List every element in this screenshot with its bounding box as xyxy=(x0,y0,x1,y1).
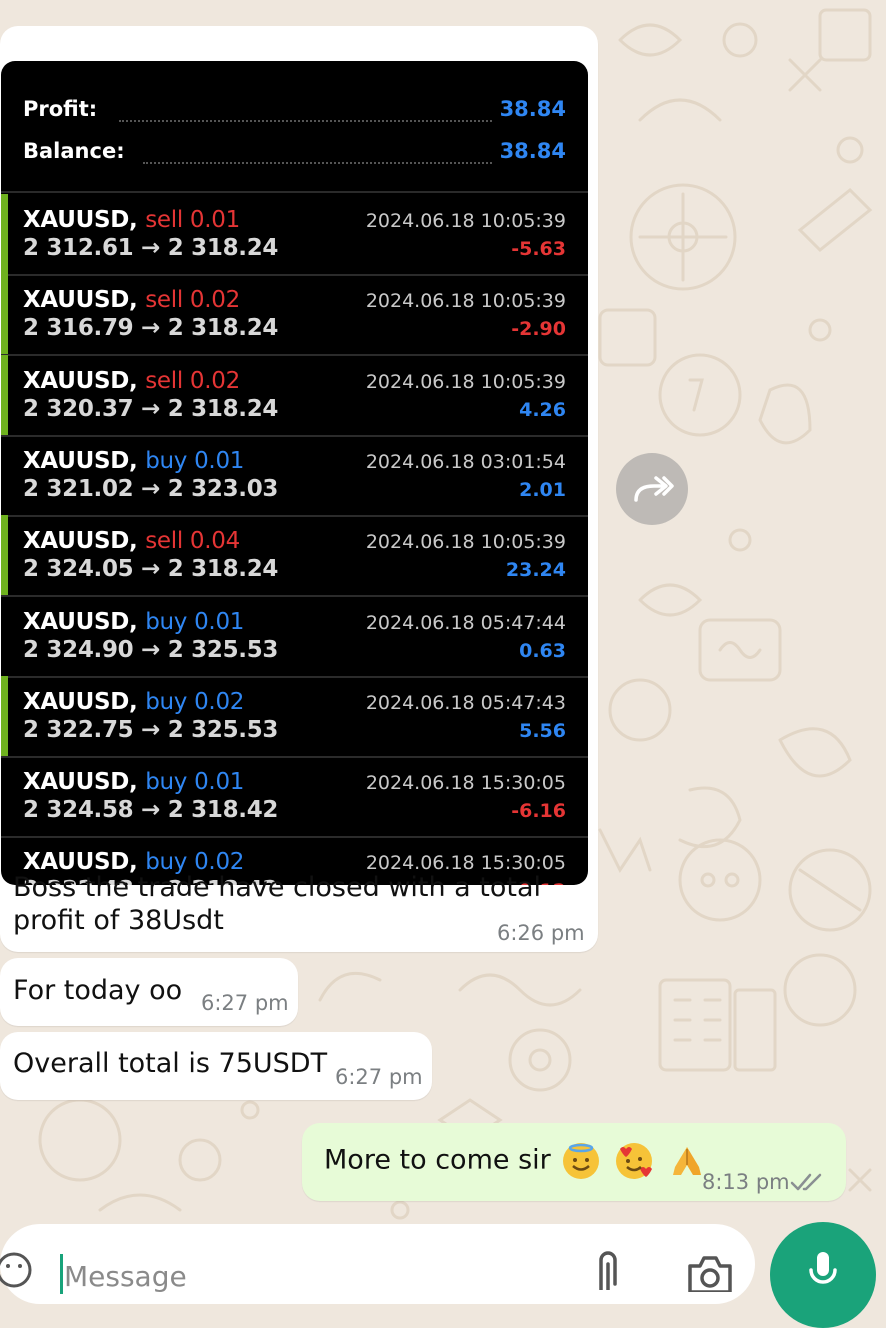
trade-side-lot: buy 0.01 xyxy=(145,769,245,796)
trade-prices: 2 321.02 → 2 323.03 xyxy=(23,475,279,502)
trade-symbol: XAUUSD, sell 0.02 xyxy=(23,367,240,394)
profit-value: 38.84 xyxy=(499,97,566,121)
smiling-face-with-halo-icon xyxy=(563,1143,600,1179)
trade-prices: 2 320.37 → 2 318.24 xyxy=(23,395,279,422)
camera-icon[interactable] xyxy=(686,1252,734,1292)
trade-row: XAUUSD, sell 0.02 2 316.79 → 2 318.24 2024… xyxy=(1,274,588,357)
trade-marker xyxy=(1,194,8,274)
trade-row: XAUUSD, sell 0.02 2 320.37 → 2 318.24 2024… xyxy=(1,354,588,437)
forward-button[interactable] xyxy=(616,453,688,525)
trade-history-screenshot[interactable]: Profit: 38.84 Balance: 38.84 XAUUSD, sel… xyxy=(1,61,588,885)
trade-symbol: XAUUSD, buy 0.01 xyxy=(23,608,245,635)
message-time: 6:27 pm xyxy=(335,1065,423,1089)
emoji-icon[interactable] xyxy=(0,1250,34,1290)
trade-side-lot: sell 0.02 xyxy=(145,287,240,314)
trade-marker xyxy=(1,515,8,596)
message-input[interactable]: Message xyxy=(64,1260,187,1293)
trade-profit-loss: -6.16 xyxy=(511,800,566,823)
message-composer[interactable]: Message xyxy=(0,1224,755,1304)
trade-prices: 2 324.58 → 2 318.42 xyxy=(23,797,279,824)
balance-value: 38.84 xyxy=(499,139,566,163)
profit-label: Profit: xyxy=(23,97,98,121)
trade-marker xyxy=(1,354,8,435)
voice-message-button[interactable] xyxy=(770,1222,876,1328)
trade-row: XAUUSD, buy 0.02 2 322.75 → 2 325.53 2024.… xyxy=(1,675,588,758)
trade-prices: 2 322.75 → 2 325.53 xyxy=(23,716,279,743)
text-caret xyxy=(60,1254,63,1294)
trade-symbol: XAUUSD, buy 0.01 xyxy=(23,447,245,474)
message-text: Boss the trade have closed with a total … xyxy=(13,872,542,936)
trade-symbol: XAUUSD, sell 0.01 xyxy=(23,207,240,233)
message-time: 6:27 pm xyxy=(201,991,289,1015)
trade-datetime: 2024.06.18 10:05:39 xyxy=(365,370,566,393)
trade-datetime: 2024.06.18 03:01:54 xyxy=(365,450,566,473)
trade-datetime: 2024.06.18 15:30:05 xyxy=(365,772,566,795)
trade-marker xyxy=(1,675,8,756)
balance-label: Balance: xyxy=(23,139,125,163)
trade-profit-loss: 2.01 xyxy=(519,478,566,501)
trade-prices: 2 324.05 → 2 318.24 xyxy=(23,556,279,583)
trade-profit-loss: -5.63 xyxy=(511,238,566,260)
folded-hands-icon xyxy=(669,1143,705,1179)
trade-datetime: 2024.06.18 10:05:39 xyxy=(365,531,566,554)
trade-row: XAUUSD, sell 0.01 2 312.61 → 2 318.24 2024… xyxy=(1,194,588,276)
trade-datetime: 2024.06.18 10:05:39 xyxy=(365,210,566,232)
trade-symbol: XAUUSD, buy 0.02 xyxy=(23,688,245,715)
double-check-icon xyxy=(790,1173,822,1191)
message-time: 8:13 pm xyxy=(702,1170,790,1194)
trade-side-lot: sell 0.02 xyxy=(145,367,240,394)
trade-datetime: 2024.06.18 05:47:44 xyxy=(365,611,566,634)
trade-row: XAUUSD, buy 0.01 2 324.90 → 2 325.53 2024.… xyxy=(1,596,588,678)
trade-row: XAUUSD, buy 0.01 2 324.58 → 2 318.42 2024.… xyxy=(1,756,588,839)
trade-side-lot: buy 0.02 xyxy=(145,688,245,715)
message-time: 6:26 pm xyxy=(497,921,585,945)
forward-icon xyxy=(634,476,674,502)
message-text: For today oo xyxy=(13,975,183,1006)
profit-row: Profit: 38.84 xyxy=(1,97,588,137)
trade-prices: 2 316.79 → 2 318.24 xyxy=(23,315,279,342)
trade-symbol: XAUUSD, sell 0.04 xyxy=(23,528,240,555)
trade-side-lot: sell 0.04 xyxy=(145,528,240,555)
message-text: Overall total is 75USDT xyxy=(13,1048,328,1079)
message-text: More to come sir xyxy=(324,1143,705,1179)
trade-datetime: 2024.06.18 05:47:43 xyxy=(365,691,566,714)
trade-row: XAUUSD, buy 0.01 2 321.02 → 2 323.03 2024.… xyxy=(1,435,588,517)
incoming-message-bubble[interactable]: Profit: 38.84 Balance: 38.84 XAUUSD, sel… xyxy=(0,26,598,952)
trade-datetime: 2024.06.18 10:05:39 xyxy=(365,290,566,313)
trade-profit-loss: 23.24 xyxy=(505,559,566,582)
trade-side-lot: buy 0.01 xyxy=(145,447,245,474)
trade-symbol: XAUUSD, buy 0.01 xyxy=(23,769,245,796)
balance-row: Balance: 38.84 xyxy=(1,139,588,179)
outgoing-message-bubble[interactable]: More to come sir 8:13 pm xyxy=(302,1123,846,1201)
trade-profit-loss: 5.56 xyxy=(519,719,566,742)
paperclip-icon[interactable] xyxy=(593,1250,623,1290)
trade-side-lot: sell 0.01 xyxy=(145,207,240,233)
trade-profit-loss: -2.90 xyxy=(511,318,566,341)
trade-profit-loss: 0.63 xyxy=(519,639,566,662)
trade-prices: 2 312.61 → 2 318.24 xyxy=(23,235,279,261)
smiling-face-with-hearts-icon xyxy=(615,1143,652,1179)
trade-symbol: XAUUSD, sell 0.02 xyxy=(23,287,240,314)
trade-marker xyxy=(1,274,8,355)
incoming-message-bubble[interactable]: For today oo 6:27 pm xyxy=(0,958,298,1026)
trade-row: XAUUSD, sell 0.04 2 324.05 → 2 318.24 2024… xyxy=(1,515,588,598)
incoming-message-bubble[interactable]: Overall total is 75USDT 6:27 pm xyxy=(0,1032,432,1100)
mic-icon xyxy=(809,1252,837,1284)
trade-side-lot: buy 0.01 xyxy=(145,608,245,635)
trade-prices: 2 324.90 → 2 325.53 xyxy=(23,636,279,663)
trade-profit-loss: 4.26 xyxy=(519,398,566,421)
